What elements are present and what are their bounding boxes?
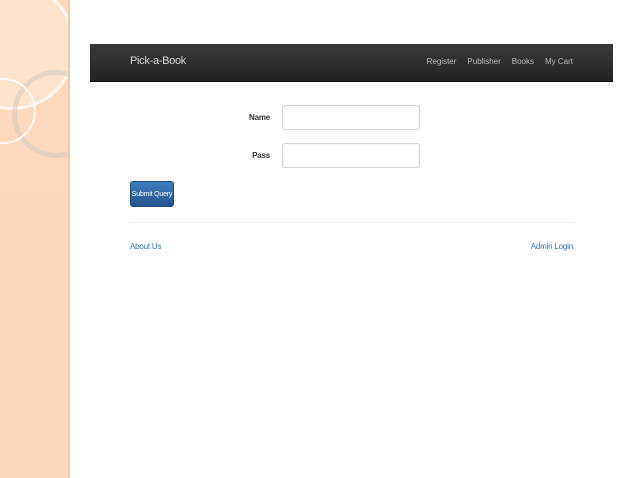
nav-links: Register Publisher Books My Cart xyxy=(427,57,573,66)
admin-login-link[interactable]: Admin Login xyxy=(531,242,573,251)
submit-query-button[interactable]: Submit Query xyxy=(130,181,174,207)
name-input[interactable] xyxy=(282,105,420,130)
brand-link[interactable]: Pick-a-Book xyxy=(130,55,186,67)
name-label: Name xyxy=(249,113,270,122)
side-band-edge xyxy=(68,0,70,478)
pass-row: Pass xyxy=(220,143,420,168)
decorative-side-band xyxy=(0,0,70,478)
nav-publisher[interactable]: Publisher xyxy=(467,57,500,66)
nav-my-cart[interactable]: My Cart xyxy=(545,57,573,66)
nav-register[interactable]: Register xyxy=(427,57,457,66)
name-row: Name xyxy=(220,105,420,130)
pass-input[interactable] xyxy=(282,143,420,168)
nav-books[interactable]: Books xyxy=(512,57,534,66)
divider xyxy=(130,222,574,223)
about-us-link[interactable]: About Us xyxy=(130,242,162,251)
pass-label: Pass xyxy=(252,151,270,160)
top-navbar: Pick-a-Book Register Publisher Books My … xyxy=(90,44,613,82)
